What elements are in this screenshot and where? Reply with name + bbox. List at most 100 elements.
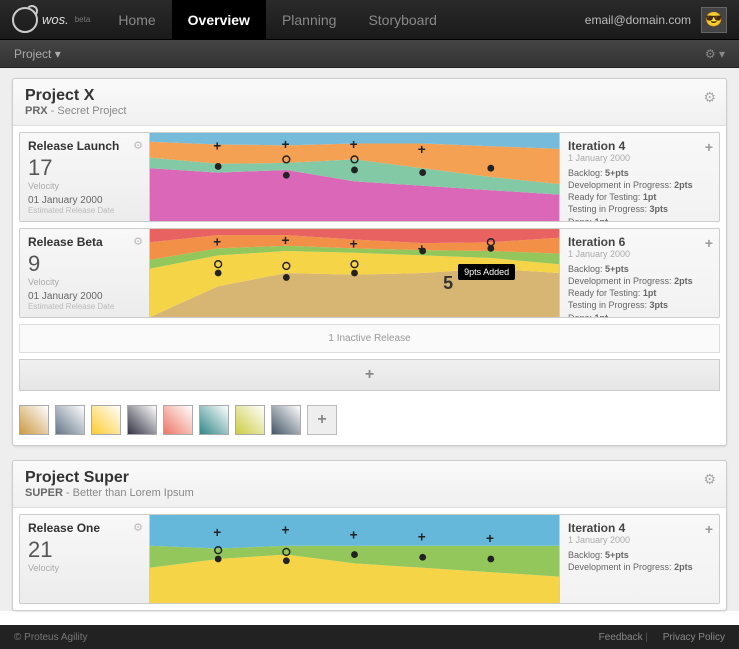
project-header: Project Super SUPER - Better than Lorem …	[13, 461, 726, 508]
iteration-panel: + Iteration 6 1 January 2000 Backlog: 5+…	[559, 229, 719, 317]
user-area: email@domain.com 😎	[585, 7, 727, 33]
gear-icon[interactable]: ⚙	[133, 521, 143, 534]
main-nav: HomeOverviewPlanningStoryboard	[102, 0, 453, 40]
team-avatar[interactable]	[235, 405, 265, 435]
chart-annotation-number: 5	[443, 273, 453, 294]
team-avatar[interactable]	[91, 405, 121, 435]
iteration-stat: Done: 1pt	[568, 312, 711, 318]
plus-icon[interactable]: +	[705, 235, 713, 251]
release-row: ⚙ Release Beta 9 Velocity 01 January 200…	[19, 228, 720, 318]
gear-icon[interactable]: ⚙	[703, 471, 716, 488]
iteration-stat: Backlog: 5+pts	[568, 263, 711, 275]
release-chart[interactable]: + + + + +	[150, 515, 559, 603]
iteration-stat: Development in Progress: 2pts	[568, 561, 711, 573]
svg-text:+: +	[281, 137, 289, 152]
iteration-panel: + Iteration 4 1 January 2000 Backlog: 5+…	[559, 133, 719, 221]
footer-link[interactable]: Privacy Policy	[663, 632, 725, 643]
nav-storyboard[interactable]: Storyboard	[352, 0, 452, 40]
iteration-stat: Ready for Testing: 1pt	[568, 191, 711, 203]
project-subtitle: PRX - Secret Project	[25, 105, 714, 117]
footer-copyright: © Proteus Agility	[14, 632, 88, 643]
svg-text:+: +	[213, 139, 221, 154]
iteration-stat: Testing in Progress: 3pts	[568, 299, 711, 311]
velocity-label: Velocity	[28, 181, 141, 191]
svg-text:+: +	[281, 522, 289, 537]
inactive-releases[interactable]: 1 Inactive Release	[19, 324, 720, 353]
iteration-stat: Development in Progress: 2pts	[568, 179, 711, 191]
iteration-stat: Ready for Testing: 1pt	[568, 287, 711, 299]
svg-text:+: +	[213, 235, 221, 250]
user-avatar[interactable]: 😎	[701, 7, 727, 33]
project-title: Project Super	[25, 469, 714, 487]
release-velocity: 9	[28, 251, 141, 277]
add-member-button[interactable]: +	[307, 405, 337, 435]
iteration-date: 1 January 2000	[568, 249, 711, 259]
top-bar: wos. beta HomeOverviewPlanningStoryboard…	[0, 0, 739, 40]
svg-text:+: +	[350, 236, 358, 251]
plus-icon[interactable]: +	[705, 521, 713, 537]
gear-icon[interactable]: ⚙	[133, 139, 143, 152]
release-date: 01 January 2000	[28, 195, 141, 206]
svg-text:+: +	[281, 233, 289, 248]
release-info: ⚙ Release Launch 17 Velocity 01 January …	[20, 133, 150, 221]
release-chart[interactable]: + + + +	[150, 133, 559, 221]
plus-icon[interactable]: +	[705, 139, 713, 155]
release-date-label: Estimated Release Date	[28, 302, 141, 311]
svg-text:+: +	[418, 142, 426, 157]
release-date-label: Estimated Release Date	[28, 206, 141, 215]
velocity-label: Velocity	[28, 277, 141, 287]
svg-text:+: +	[418, 529, 426, 544]
svg-text:+: +	[213, 525, 221, 540]
release-info: ⚙ Release Beta 9 Velocity 01 January 200…	[20, 229, 150, 317]
project-dropdown[interactable]: Project ▾	[14, 47, 61, 61]
release-chart[interactable]: ++++9pts Added5	[150, 229, 559, 317]
iteration-stat: Testing in Progress: 3pts	[568, 203, 711, 215]
release-date: 01 January 2000	[28, 291, 141, 302]
team-avatar[interactable]	[19, 405, 49, 435]
svg-text:+: +	[486, 531, 494, 546]
footer-link[interactable]: Feedback	[599, 632, 643, 643]
gear-icon[interactable]: ⚙	[703, 89, 716, 106]
iteration-title: Iteration 6	[568, 235, 711, 249]
svg-text:+: +	[350, 137, 358, 152]
svg-text:+: +	[418, 242, 426, 257]
iteration-stat: Development in Progress: 2pts	[568, 275, 711, 287]
team-avatar[interactable]	[271, 405, 301, 435]
logo-text: wos.	[42, 12, 69, 27]
chevron-down-icon: ▾	[55, 47, 61, 61]
content-area: Project X PRX - Secret Project ⚙ ⚙ Relea…	[0, 68, 739, 611]
gear-icon[interactable]: ⚙	[133, 235, 143, 248]
release-info: ⚙ Release One 21 Velocity	[20, 515, 150, 603]
project-header: Project X PRX - Secret Project ⚙	[13, 79, 726, 126]
project-title: Project X	[25, 87, 714, 105]
logo[interactable]: wos. beta	[12, 7, 90, 33]
team-avatar[interactable]	[199, 405, 229, 435]
nav-planning[interactable]: Planning	[266, 0, 353, 40]
sub-bar: Project ▾ ⚙ ▾	[0, 40, 739, 68]
nav-home[interactable]: Home	[102, 0, 171, 40]
release-velocity: 21	[28, 537, 141, 563]
iteration-stat: Backlog: 5+pts	[568, 549, 711, 561]
velocity-label: Velocity	[28, 563, 141, 573]
project-subtitle: SUPER - Better than Lorem Ipsum	[25, 487, 714, 499]
team-avatar[interactable]	[127, 405, 157, 435]
iteration-stat: Backlog: 5+pts	[568, 167, 711, 179]
team-avatar[interactable]	[55, 405, 85, 435]
nav-overview[interactable]: Overview	[172, 0, 266, 40]
release-row: ⚙ Release Launch 17 Velocity 01 January …	[19, 132, 720, 222]
add-release-button[interactable]: +	[19, 359, 720, 391]
iteration-title: Iteration 4	[568, 139, 711, 153]
team-avatars: +	[13, 397, 726, 445]
release-row: ⚙ Release One 21 Velocity + + + + + + Iterat…	[19, 514, 720, 604]
gear-icon[interactable]: ⚙ ▾	[705, 47, 725, 61]
footer: © Proteus Agility Feedback | Privacy Pol…	[0, 625, 739, 649]
release-velocity: 17	[28, 155, 141, 181]
iteration-title: Iteration 4	[568, 521, 711, 535]
release-name: Release One	[28, 521, 141, 535]
iteration-panel: + Iteration 4 1 January 2000 Backlog: 5+…	[559, 515, 719, 603]
user-email[interactable]: email@domain.com	[585, 13, 691, 27]
release-name: Release Beta	[28, 235, 141, 249]
iteration-date: 1 January 2000	[568, 153, 711, 163]
svg-text:+: +	[350, 528, 358, 543]
team-avatar[interactable]	[163, 405, 193, 435]
